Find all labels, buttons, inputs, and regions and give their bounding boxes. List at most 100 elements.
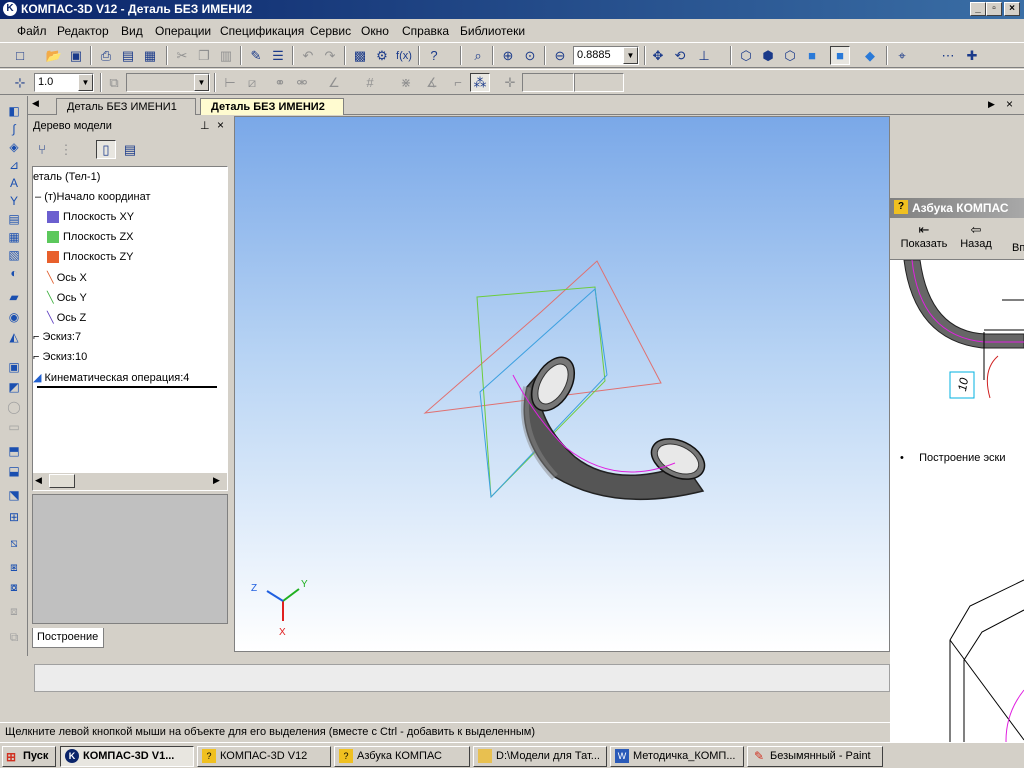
tree-list-icon[interactable]: ▤ bbox=[120, 140, 140, 159]
fillet-icon[interactable]: ◯ bbox=[4, 400, 24, 416]
task-word[interactable]: W Методичка_КОМП... bbox=[610, 746, 744, 767]
hidden-thin-icon[interactable]: ⬡ bbox=[780, 46, 800, 65]
coords-icon[interactable]: ✛ bbox=[500, 73, 520, 92]
local-cs-icon[interactable]: ⊹ bbox=[10, 73, 30, 92]
task-kompas-2[interactable]: ? КОМПАС-3D V12 bbox=[197, 746, 331, 767]
menu-view[interactable]: Вид bbox=[121, 24, 143, 38]
scroll-right-icon[interactable]: ▶ bbox=[213, 475, 220, 486]
zoom-in-icon[interactable]: ⊕ bbox=[498, 46, 518, 65]
menu-help[interactable]: Справка bbox=[402, 24, 449, 38]
tree-history-icon[interactable]: ▯ bbox=[96, 140, 116, 159]
section-icon[interactable]: ⧇ bbox=[4, 580, 24, 596]
chamfer-icon[interactable]: ▭ bbox=[4, 420, 24, 436]
layer-dropdown-icon[interactable]: ▼ bbox=[194, 74, 209, 91]
tab-scroll-left-icon[interactable]: ◀ bbox=[32, 98, 39, 109]
snap-icon[interactable]: ✚ bbox=[962, 46, 982, 65]
menu-specification[interactable]: Спецификация bbox=[220, 24, 304, 38]
minimize-button[interactable]: _ bbox=[970, 2, 986, 16]
tree-item-kinematic[interactable]: ◢ Кинематическая операция:4 bbox=[33, 371, 189, 384]
tree-hscrollbar[interactable]: ◀ ▶ bbox=[33, 473, 227, 490]
kinematic-icon[interactable]: ◭ bbox=[4, 330, 24, 346]
rotate-cs-icon[interactable]: ⧄ bbox=[242, 73, 262, 92]
pan-icon[interactable]: ✥ bbox=[648, 46, 668, 65]
measure-icon[interactable]: A bbox=[4, 176, 24, 192]
library-icon[interactable]: ⚙ bbox=[372, 46, 392, 65]
unlink-icon[interactable]: ⚮ bbox=[292, 73, 312, 92]
show-button[interactable]: ⇤ Показать bbox=[896, 222, 952, 250]
coord-y-field[interactable] bbox=[574, 73, 624, 92]
line-scale-combo[interactable]: 1.0 ▼ bbox=[34, 73, 94, 92]
thread-icon[interactable]: ⧆ bbox=[4, 560, 24, 576]
hole-icon[interactable]: ⬔ bbox=[4, 488, 24, 504]
new-file-icon[interactable]: □ bbox=[10, 46, 30, 65]
preview-icon[interactable]: ▤ bbox=[118, 46, 138, 65]
tab-construction[interactable]: Построение bbox=[32, 628, 104, 648]
grid-snap-icon[interactable]: ⋯ bbox=[938, 46, 958, 65]
tree-item-plane-zy[interactable]: Плоскость ZY bbox=[47, 251, 134, 264]
task-paint[interactable]: ✎ Безымянный - Paint bbox=[747, 746, 883, 767]
pin-icon[interactable]: ⊥ bbox=[200, 119, 210, 132]
task-kompas-1[interactable]: K КОМПАС-3D V1... bbox=[60, 746, 194, 767]
wireframe-icon[interactable]: ⬡ bbox=[736, 46, 756, 65]
tree-item-plane-zx[interactable]: Плоскость ZX bbox=[47, 231, 134, 244]
menu-operations[interactable]: Операции bbox=[155, 24, 211, 38]
snap-toggle-icon[interactable]: ⁂ bbox=[470, 73, 490, 92]
tree-item-origin[interactable]: – (т)Начало координат bbox=[35, 191, 151, 203]
layer-icon[interactable]: ⧉ bbox=[104, 73, 124, 92]
snap-angle-icon[interactable]: ∡ bbox=[422, 73, 442, 92]
tree-close-icon[interactable]: × bbox=[217, 118, 224, 132]
zoom-combo[interactable]: 0.8885 ▼ bbox=[573, 46, 639, 65]
layer-combo[interactable]: ▼ bbox=[126, 73, 210, 92]
paste-icon[interactable]: ▥ bbox=[216, 46, 236, 65]
edit-part-icon[interactable]: ◧ bbox=[4, 104, 24, 120]
tab-part-2[interactable]: Деталь БЕЗ ИМЕНИ2 bbox=[200, 98, 344, 115]
restore-button[interactable]: ▫ bbox=[986, 2, 1002, 16]
snap-point-icon[interactable]: ⋇ bbox=[396, 73, 416, 92]
menu-window[interactable]: Окно bbox=[361, 24, 389, 38]
zoom-fit-icon[interactable]: ⊙ bbox=[520, 46, 540, 65]
tree-item-sketch-7[interactable]: ⌐ Эскиз:7 bbox=[33, 331, 81, 343]
cut-icon[interactable]: ✂ bbox=[172, 46, 192, 65]
properties-icon[interactable]: ▦ bbox=[140, 46, 160, 65]
back-button[interactable]: ⇦ Назад bbox=[956, 222, 996, 250]
help-pointer-icon[interactable]: ? bbox=[424, 46, 444, 65]
shell-icon[interactable]: ⬒ bbox=[4, 444, 24, 460]
tree-item-sketch-10[interactable]: ⌐ Эскиз:10 bbox=[33, 351, 87, 363]
tab-part-1[interactable]: Деталь БЕЗ ИМЕНИ1 bbox=[56, 98, 196, 115]
line-scale-dropdown-icon[interactable]: ▼ bbox=[78, 74, 93, 91]
tree-item-axis-x[interactable]: ╲ Ось X bbox=[47, 271, 87, 284]
open-folder-icon[interactable]: 📂 bbox=[44, 46, 64, 65]
close-button[interactable]: × bbox=[1004, 2, 1020, 16]
tab-close-icon[interactable]: × bbox=[1006, 97, 1013, 111]
zoom-scale-icon[interactable]: ⊖ bbox=[550, 46, 570, 65]
auxiliary-geometry-icon[interactable]: ⊿ bbox=[4, 158, 24, 174]
menu-service[interactable]: Сервис bbox=[310, 24, 351, 38]
task-folder[interactable]: D:\Модели для Тат... bbox=[473, 746, 607, 767]
model-canvas[interactable]: X Y Z bbox=[235, 117, 890, 652]
cut-extrude-icon[interactable]: ◩ bbox=[4, 380, 24, 396]
ortho-mode-icon[interactable]: ⌐ bbox=[448, 73, 468, 92]
start-button[interactable]: ⊞ Пуск bbox=[2, 746, 56, 767]
specification-icon[interactable]: ▤ bbox=[4, 212, 24, 228]
menu-edit[interactable]: Редактор bbox=[57, 24, 109, 38]
boolean-icon[interactable]: ⧉ bbox=[4, 630, 24, 646]
manager-icon[interactable]: ▩ bbox=[350, 46, 370, 65]
link-icon[interactable]: ⚭ bbox=[270, 73, 290, 92]
tree-item-plane-xy[interactable]: Плоскость XY bbox=[47, 211, 134, 224]
sheet-metal-icon[interactable]: ◐ bbox=[4, 266, 24, 282]
angle-icon[interactable]: ∠ bbox=[324, 73, 344, 92]
tree-item-axis-y[interactable]: ╲ Ось Y bbox=[47, 291, 87, 304]
variables-icon[interactable]: f(x) bbox=[394, 46, 414, 65]
curves-icon[interactable]: ∫ bbox=[4, 122, 24, 138]
copy-icon[interactable]: ❐ bbox=[194, 46, 214, 65]
halftone-icon[interactable]: ■ bbox=[802, 46, 822, 65]
loft-icon[interactable]: ▣ bbox=[4, 360, 24, 376]
tree-item-part[interactable]: еталь (Тел-1) bbox=[33, 171, 100, 183]
grid-icon[interactable]: # bbox=[360, 73, 380, 92]
forward-button[interactable]: Вп bbox=[1012, 242, 1024, 254]
tab-scroll-right-icon[interactable]: ▶ bbox=[988, 99, 995, 110]
elements-icon[interactable]: ▧ bbox=[4, 248, 24, 264]
save-icon[interactable]: ▣ bbox=[66, 46, 86, 65]
print-icon[interactable]: ⎙ bbox=[96, 46, 116, 65]
extrude-icon[interactable]: ▰ bbox=[4, 290, 24, 306]
